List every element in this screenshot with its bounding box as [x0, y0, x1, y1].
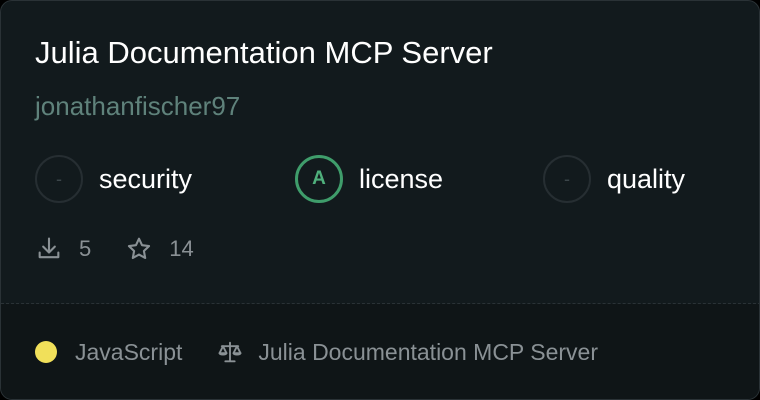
stars-count: 14 [169, 236, 194, 261]
license-score-badge: A [295, 155, 343, 203]
card-footer: JavaScript Julia Documentation MCP Serve… [1, 304, 759, 399]
language-name: JavaScript [75, 338, 183, 365]
star-icon [128, 237, 151, 260]
quality-score-label: quality [607, 163, 686, 194]
stars-stat: 14 [125, 235, 194, 263]
quality-score-badge: - [543, 155, 591, 203]
quality-score: - quality [543, 153, 685, 205]
downloads-count: 5 [79, 236, 92, 261]
footer-meta: JavaScript Julia Documentation MCP Serve… [35, 335, 598, 369]
security-score: - security [35, 153, 192, 205]
server-title[interactable]: Julia Documentation MCP Server [35, 33, 493, 73]
downloads-stat: 5 [35, 235, 91, 263]
stats-row: 5 14 [35, 231, 194, 267]
scale-icon [218, 341, 242, 363]
author-link[interactable]: jonathanfischer97 [35, 89, 240, 123]
score-row: - security A license - quality [1, 153, 759, 205]
license-name: Julia Documentation MCP Server [258, 338, 598, 365]
license-score-label: license [359, 163, 444, 194]
server-card[interactable]: Julia Documentation MCP Server jonathanf… [0, 0, 760, 400]
security-score-label: security [99, 163, 193, 194]
license-score: A license [295, 153, 443, 205]
security-score-badge: - [35, 155, 83, 203]
language-color-dot [35, 341, 57, 363]
download-icon [38, 237, 60, 259]
